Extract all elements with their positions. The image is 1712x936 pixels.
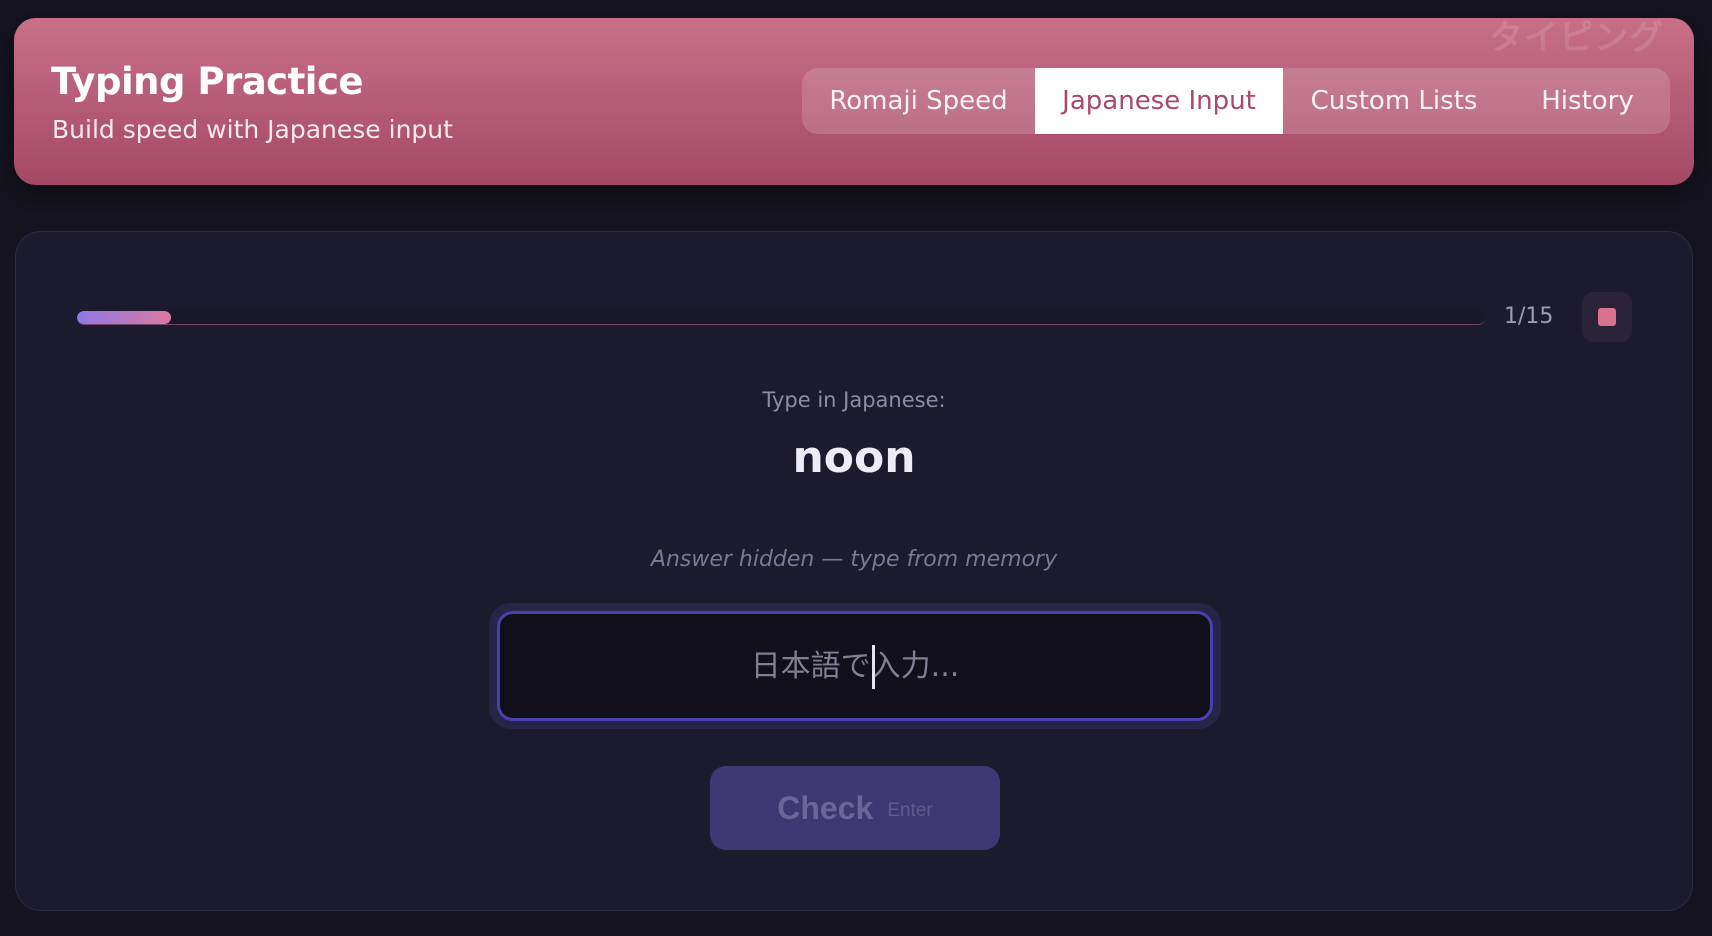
check-shortcut-hint: Enter [887, 800, 933, 821]
answer-input[interactable] [497, 611, 1213, 721]
prompt-word: noon [792, 432, 916, 483]
practice-panel: 1/15 Type in Japanese: noon Answer hidde… [15, 231, 1693, 911]
tab-history[interactable]: History [1505, 68, 1670, 134]
progress-fill [77, 311, 171, 324]
tab-japanese-input[interactable]: Japanese Input [1035, 68, 1283, 134]
check-button-label: Check [777, 789, 874, 826]
mode-tabs: Romaji Speed Japanese Input Custom Lists… [802, 68, 1670, 134]
app-subtitle: Build speed with Japanese input [52, 115, 453, 144]
stop-button[interactable] [1582, 292, 1632, 342]
header-watermark: タイピング [1489, 18, 1664, 58]
app-header: タイピング Typing Practice Build speed with J… [14, 18, 1694, 185]
prompt-label: Type in Japanese: [762, 388, 946, 412]
answer-hint: Answer hidden — type from memory [650, 547, 1058, 572]
stop-icon [1598, 308, 1616, 326]
answer-input-wrapper [489, 603, 1221, 729]
tab-custom-lists[interactable]: Custom Lists [1283, 68, 1505, 134]
check-button[interactable]: Check Enter [710, 766, 1000, 850]
tab-romaji-speed[interactable]: Romaji Speed [802, 68, 1035, 134]
progress-count: 1/15 [1504, 304, 1554, 329]
app-title: Typing Practice [51, 60, 364, 103]
text-caret [872, 645, 875, 689]
progress-bar [77, 311, 1485, 325]
